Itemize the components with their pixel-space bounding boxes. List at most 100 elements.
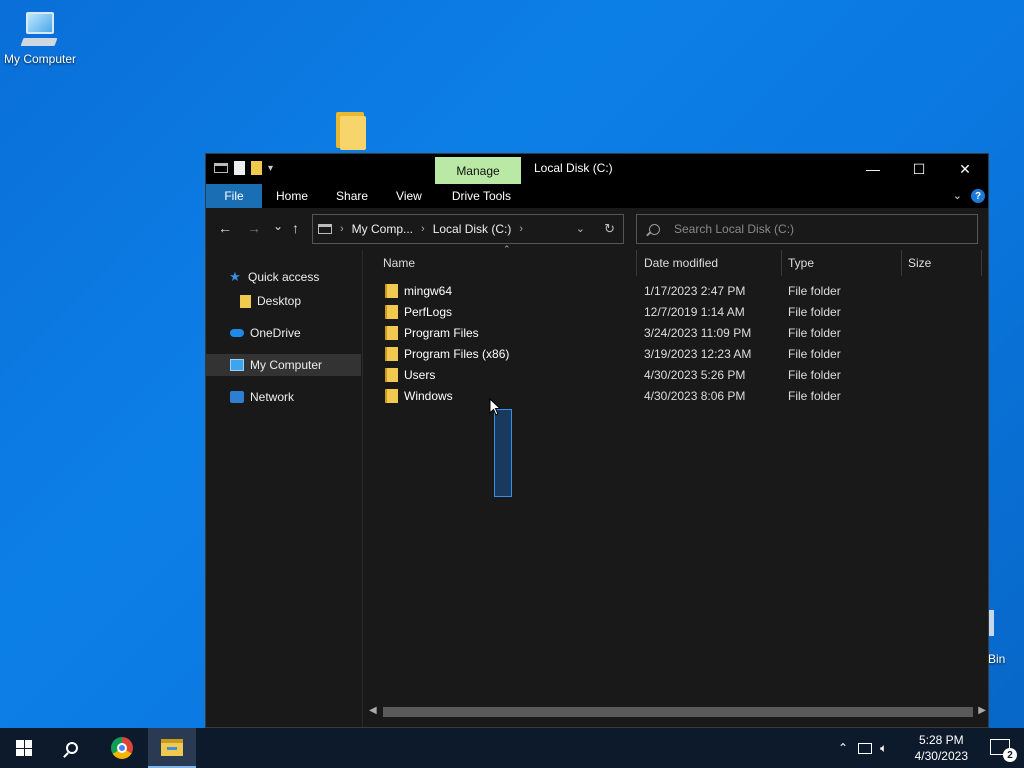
file-explorer-taskbar-button[interactable] <box>148 728 196 768</box>
sidebar-item-label: Network <box>250 390 295 404</box>
tab-file[interactable]: File <box>206 184 262 208</box>
drive-icon <box>214 163 228 173</box>
title-bar[interactable]: ▾ Manage Local Disk (C:) — ☐ ✕ <box>206 154 988 184</box>
refresh-icon[interactable]: ↻ <box>604 221 615 237</box>
sidebar-item-onedrive[interactable]: OneDrive <box>230 322 301 344</box>
file-date: 4/30/2023 8:06 PM <box>644 388 746 403</box>
column-header-date-modified[interactable]: Date modified <box>644 250 779 276</box>
breadcrumb-local-disk[interactable]: Local Disk (C:) <box>433 222 512 236</box>
table-row[interactable]: Program Files 3/24/2023 11:09 PM File fo… <box>363 322 973 343</box>
search-icon <box>66 742 78 754</box>
search-icon <box>649 223 660 235</box>
chrome-taskbar-button[interactable] <box>98 728 146 768</box>
customize-toolbar-icon[interactable]: ▾ <box>268 163 273 174</box>
folder-icon <box>240 294 251 308</box>
scroll-right-icon[interactable]: ▶ <box>978 705 986 716</box>
file-date: 4/30/2023 5:26 PM <box>644 367 746 382</box>
chevron-right-icon[interactable]: › <box>340 223 344 235</box>
navigation-pane: ★ Quick access Desktop OneDrive My Compu… <box>206 250 363 727</box>
file-name: Windows <box>404 388 453 403</box>
up-button[interactable]: ↑ <box>292 220 299 236</box>
desktop-icon-label: My Computer <box>3 52 77 66</box>
file-date: 12/7/2019 1:14 AM <box>644 304 745 319</box>
sidebar-item-network[interactable]: Network <box>230 386 294 408</box>
desktop-icon-label-bin: Bin <box>988 652 1006 666</box>
table-row[interactable]: mingw64 1/17/2023 2:47 PM File folder <box>363 280 973 301</box>
folder-icon <box>385 347 398 361</box>
breadcrumb-my-computer[interactable]: My Comp... <box>352 222 413 236</box>
minimize-button[interactable]: — <box>850 154 896 184</box>
column-header-name[interactable]: Name <box>383 250 633 276</box>
folder-icon <box>385 326 398 340</box>
table-row[interactable]: Users 4/30/2023 5:26 PM File folder <box>363 364 973 385</box>
column-header-size[interactable]: Size <box>908 250 978 276</box>
file-name: Program Files (x86) <box>404 346 510 361</box>
file-type: File folder <box>788 325 841 340</box>
file-type: File folder <box>788 346 841 361</box>
help-icon[interactable]: ? <box>971 189 985 203</box>
sidebar-item-label: Quick access <box>248 270 320 284</box>
tab-view[interactable]: View <box>382 184 436 208</box>
horizontal-scrollbar[interactable]: ◀ ▶ <box>363 703 988 719</box>
windows-logo-icon <box>16 740 32 756</box>
column-header-type[interactable]: Type <box>788 250 898 276</box>
network-status-icon[interactable] <box>858 742 873 754</box>
monitor-icon <box>230 359 244 371</box>
ribbon-tabs: File Home Share View Drive Tools ⌄ ? <box>206 184 988 208</box>
desktop-icon-my-computer[interactable]: My Computer <box>0 10 80 66</box>
file-type: File folder <box>788 283 841 298</box>
volume-icon[interactable]: 🔈︎ <box>880 741 887 756</box>
sidebar-item-label: My Computer <box>250 358 323 372</box>
clock-time: 5:28 PM <box>918 733 964 747</box>
folder-icon <box>385 305 398 319</box>
cloud-icon <box>230 329 244 337</box>
file-type: File folder <box>788 367 841 382</box>
clock-date: 4/30/2023 <box>914 749 968 763</box>
navigation-bar: ← → ⌄ ↑ › My Comp... › Local Disk (C:) ›… <box>206 208 988 250</box>
notification-center-icon[interactable]: 2 <box>990 739 1017 762</box>
search-box[interactable]: Search Local Disk (C:) <box>636 214 978 244</box>
file-explorer-icon <box>161 738 183 756</box>
back-button[interactable]: ← <box>218 220 232 236</box>
table-row[interactable]: Windows 4/30/2023 8:06 PM File folder <box>363 385 973 406</box>
properties-icon[interactable] <box>234 161 245 175</box>
sidebar-item-desktop[interactable]: Desktop <box>240 290 301 312</box>
sidebar-item-my-computer[interactable]: My Computer <box>206 354 361 376</box>
tab-share[interactable]: Share <box>322 184 382 208</box>
file-date: 3/24/2023 11:09 PM <box>644 325 752 340</box>
star-icon: ★ <box>229 269 241 284</box>
address-dropdown-icon[interactable]: ⌄ <box>576 222 585 235</box>
desktop-folder-icon[interactable] <box>334 110 368 150</box>
tab-manage[interactable]: Manage <box>435 157 521 184</box>
taskbar: ⌃ 🔈︎ 5:28 PM 4/30/2023 2 <box>0 728 1024 768</box>
network-icon <box>230 391 244 403</box>
start-button[interactable] <box>0 728 48 768</box>
system-clock[interactable]: 5:28 PM 4/30/2023 <box>915 732 968 764</box>
scroll-left-icon[interactable]: ◀ <box>369 705 377 716</box>
folder-icon <box>385 368 398 382</box>
forward-button[interactable]: → <box>247 220 261 236</box>
search-button[interactable] <box>48 728 96 768</box>
folder-icon <box>385 389 398 403</box>
chevron-right-icon[interactable]: › <box>519 223 523 235</box>
mouse-cursor-icon <box>489 398 501 416</box>
new-folder-icon[interactable] <box>251 161 262 175</box>
file-date: 3/19/2023 12:23 AM <box>644 346 752 361</box>
address-bar[interactable]: › My Comp... › Local Disk (C:) › ⌄ ↻ <box>312 214 624 244</box>
file-type: File folder <box>788 304 841 319</box>
tab-drive-tools[interactable]: Drive Tools <box>438 184 525 208</box>
file-name: Users <box>404 367 436 382</box>
close-button[interactable]: ✕ <box>942 154 988 184</box>
table-row[interactable]: PerfLogs 12/7/2019 1:14 AM File folder <box>363 301 973 322</box>
table-row[interactable]: Program Files (x86) 3/19/2023 12:23 AM F… <box>363 343 973 364</box>
tab-home[interactable]: Home <box>262 184 322 208</box>
expand-ribbon-icon[interactable]: ⌄ <box>953 189 962 202</box>
window-title: Local Disk (C:) <box>534 161 613 175</box>
show-hidden-icons-icon[interactable]: ⌃ <box>838 741 848 755</box>
quick-access-toolbar: ▾ <box>214 161 273 175</box>
sidebar-item-quick-access[interactable]: ★ Quick access <box>228 266 319 288</box>
maximize-button[interactable]: ☐ <box>896 154 942 184</box>
recent-locations-button[interactable]: ⌄ <box>273 219 283 233</box>
chevron-right-icon[interactable]: › <box>421 223 425 235</box>
scrollbar-thumb[interactable] <box>383 707 973 717</box>
